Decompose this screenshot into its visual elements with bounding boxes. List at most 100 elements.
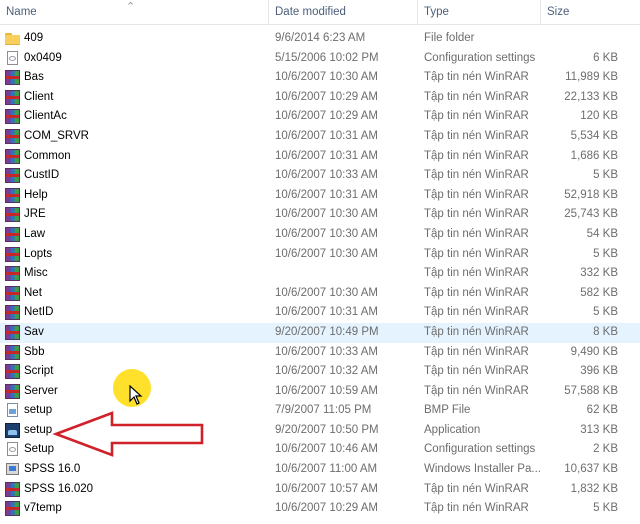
config-file-icon — [5, 50, 20, 66]
file-name: Law — [24, 227, 46, 240]
file-type: Tập tin nén WinRAR — [424, 208, 529, 221]
folder-icon — [5, 31, 20, 46]
file-row[interactable]: Bas 10/6/2007 10:30 AM Tập tin nén WinRAR 1… — [0, 68, 640, 88]
file-name: Sav — [24, 325, 44, 338]
file-size: 9,490 KB — [570, 345, 618, 358]
file-row[interactable]: Lopts 10/6/2007 10:30 AM Tập tin nén WinRA… — [0, 245, 640, 265]
file-size: 54 KB — [586, 227, 618, 240]
file-explorer-view: Name ⌃ Date modified Type Size 409 9/6/20… — [0, 0, 640, 524]
file-name: Net — [24, 286, 42, 299]
file-row[interactable]: v7temp 10/6/2007 10:29 AM Tập tin nén WinR… — [0, 499, 640, 519]
file-row[interactable]: 0x0409 5/15/2006 10:02 PM Configuration se… — [0, 49, 640, 69]
file-row[interactable]: Misc Tập tin nén WinRAR 332 KB — [0, 264, 640, 284]
file-size: 120 KB — [580, 110, 618, 123]
winrar-archive-icon — [5, 207, 20, 223]
file-name: NetID — [24, 306, 54, 319]
file-size: 313 KB — [580, 423, 618, 436]
column-header-date[interactable]: Date modified — [269, 0, 418, 24]
file-row[interactable]: NetID 10/6/2007 10:31 AM Tập tin nén WinRA… — [0, 303, 640, 323]
file-row[interactable]: Net 10/6/2007 10:30 AM Tập tin nén WinRAR 5… — [0, 284, 640, 304]
file-type: Tập tin nén WinRAR — [424, 188, 529, 201]
file-date-modified: 10/6/2007 10:33 AM — [275, 169, 378, 182]
file-type: Windows Installer Pa... — [424, 463, 541, 476]
winrar-archive-icon — [5, 364, 20, 380]
file-date-modified: 10/6/2007 10:30 AM — [275, 208, 378, 221]
file-date-modified: 10/6/2007 10:31 AM — [275, 188, 378, 201]
file-type: Tập tin nén WinRAR — [424, 71, 529, 84]
file-row[interactable]: SPSS 16.020 10/6/2007 10:57 AM Tập tin nén… — [0, 480, 640, 500]
file-type: Tập tin nén WinRAR — [424, 286, 529, 299]
column-header-type[interactable]: Type — [418, 0, 541, 24]
file-date-modified: 10/6/2007 10:29 AM — [275, 110, 378, 123]
file-row[interactable]: Client 10/6/2007 10:29 AM Tập tin nén WinR… — [0, 88, 640, 108]
column-header-bar: Name ⌃ Date modified Type Size — [0, 0, 640, 25]
file-date-modified: 5/15/2006 10:02 PM — [275, 51, 379, 64]
file-name: Common — [24, 149, 71, 162]
file-type: Tập tin nén WinRAR — [424, 129, 529, 142]
winrar-archive-icon — [5, 481, 20, 497]
winrar-archive-icon — [5, 109, 20, 125]
file-size: 25,743 KB — [564, 208, 618, 221]
file-size: 396 KB — [580, 365, 618, 378]
file-size: 5 KB — [593, 247, 618, 260]
file-date-modified: 10/6/2007 10:29 AM — [275, 502, 378, 515]
file-row[interactable]: Law 10/6/2007 10:30 AM Tập tin nén WinRAR 5… — [0, 225, 640, 245]
file-date-modified: 10/6/2007 10:33 AM — [275, 345, 378, 358]
mouse-pointer-icon — [129, 385, 143, 405]
file-row[interactable]: SPSS 16.0 10/6/2007 11:00 AM Windows Insta… — [0, 460, 640, 480]
file-row[interactable]: Help 10/6/2007 10:31 AM Tập tin nén WinRAR… — [0, 186, 640, 206]
file-row[interactable]: CustID 10/6/2007 10:33 AM Tập tin nén WinR… — [0, 166, 640, 186]
file-size: 6 KB — [593, 51, 618, 64]
file-name: ClientAc — [24, 110, 67, 123]
file-type: Tập tin nén WinRAR — [424, 267, 529, 280]
file-type: File folder — [424, 32, 475, 44]
file-date-modified: 10/6/2007 10:32 AM — [275, 365, 378, 378]
file-type: Configuration settings — [424, 443, 536, 456]
file-type: Application — [424, 423, 481, 436]
chevron-up-icon: ⌃ — [126, 1, 136, 13]
column-header-name[interactable]: Name ⌃ — [0, 0, 269, 24]
file-type: BMP File — [424, 404, 471, 417]
file-name: Sbb — [24, 345, 45, 358]
file-row[interactable]: Server 10/6/2007 10:59 AM Tập tin nén WinR… — [0, 382, 640, 402]
winrar-archive-icon — [5, 501, 20, 517]
file-row[interactable]: ClientAc 10/6/2007 10:29 AM Tập tin nén Wi… — [0, 107, 640, 127]
file-type: Tập tin nén WinRAR — [424, 482, 529, 495]
bmp-image-icon — [5, 403, 20, 418]
file-row[interactable]: COM_SRVR 10/6/2007 10:31 AM Tập tin nén Wi… — [0, 127, 640, 147]
file-name: Bas — [24, 71, 44, 84]
file-name: COM_SRVR — [24, 129, 89, 142]
file-date-modified: 10/6/2007 10:31 AM — [275, 306, 378, 319]
file-name: v7temp — [24, 502, 62, 515]
file-row[interactable]: Common 10/6/2007 10:31 AM Tập tin nén WinR… — [0, 147, 640, 167]
winrar-archive-icon — [5, 266, 20, 282]
winrar-archive-icon — [5, 187, 20, 203]
file-date-modified: 9/20/2007 10:50 PM — [275, 423, 379, 436]
column-header-size[interactable]: Size — [541, 0, 640, 24]
file-type: Tập tin nén WinRAR — [424, 247, 529, 260]
file-row[interactable]: 409 9/6/2014 6:23 AM File folder — [0, 29, 640, 49]
winrar-archive-icon — [5, 383, 20, 399]
file-date-modified: 10/6/2007 10:46 AM — [275, 443, 378, 456]
file-size: 1,832 KB — [570, 482, 618, 495]
file-name: SPSS 16.0 — [24, 463, 81, 476]
winrar-archive-icon — [5, 128, 20, 144]
file-date-modified: 10/6/2007 10:30 AM — [275, 286, 378, 299]
file-name: Client — [24, 90, 54, 103]
red-arrow-annotation — [52, 411, 204, 457]
file-row[interactable]: JRE 10/6/2007 10:30 AM Tập tin nén WinRAR 2… — [0, 205, 640, 225]
file-date-modified: 9/6/2014 6:23 AM — [275, 32, 366, 44]
file-type: Tập tin nén WinRAR — [424, 169, 529, 182]
file-date-modified: 10/6/2007 10:29 AM — [275, 90, 378, 103]
file-type: Tập tin nén WinRAR — [424, 90, 529, 103]
file-row[interactable]: Script 10/6/2007 10:32 AM Tập tin nén WinR… — [0, 362, 640, 382]
file-row[interactable]: Sav 9/20/2007 10:49 PM Tập tin nén WinRAR 8… — [0, 322, 640, 343]
file-row[interactable]: Sbb 10/6/2007 10:33 AM Tập tin nén WinRAR 9… — [0, 343, 640, 363]
file-size: 5 KB — [593, 502, 618, 515]
file-date-modified: 10/6/2007 10:31 AM — [275, 129, 378, 142]
file-name: SPSS 16.020 — [24, 482, 94, 495]
file-type: Configuration settings — [424, 51, 536, 64]
file-size: 57,588 KB — [564, 384, 618, 397]
file-size: 10,637 KB — [564, 463, 618, 476]
winrar-archive-icon — [5, 226, 20, 242]
